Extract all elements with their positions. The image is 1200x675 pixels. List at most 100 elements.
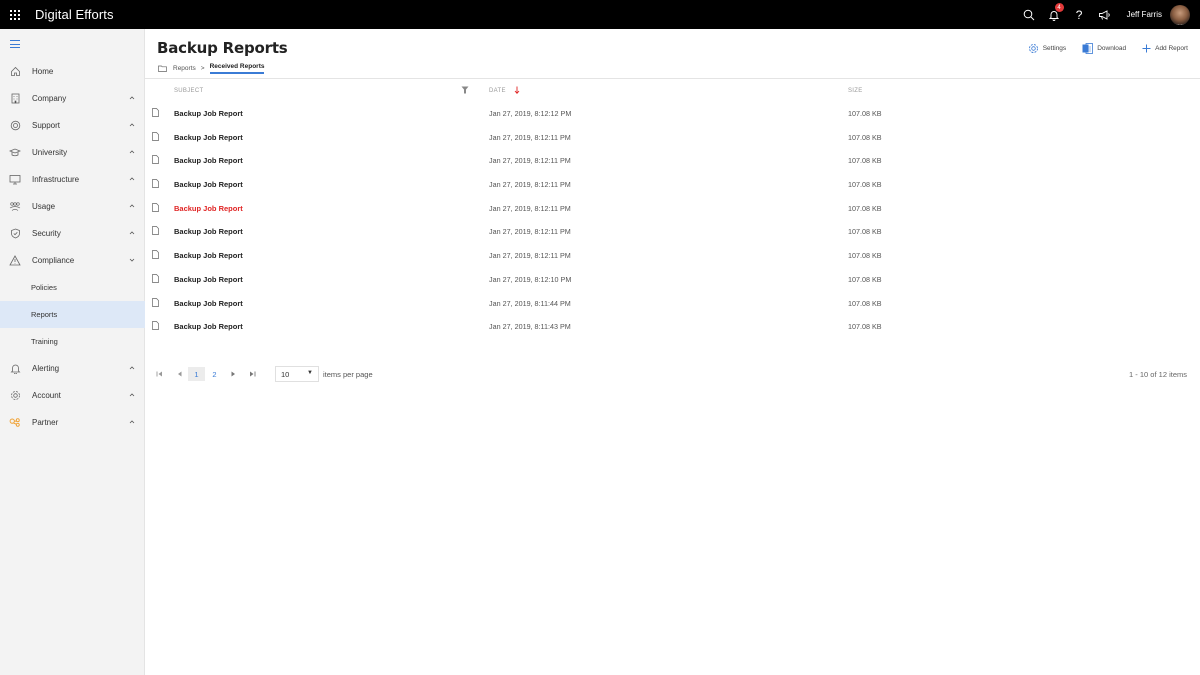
row-subject[interactable]: Backup Job Report	[174, 227, 243, 236]
table-row[interactable]: Backup Job Report Jan 27, 2019, 8:12:11 P…	[145, 148, 1200, 172]
home-icon	[9, 66, 21, 78]
notifications-button[interactable]: 4	[1042, 0, 1067, 29]
download-icon	[1082, 43, 1094, 54]
document-icon	[152, 131, 159, 141]
sidebar-subitem-policies[interactable]: Policies	[0, 274, 145, 301]
row-date: Jan 27, 2019, 8:12:11 PM	[489, 203, 571, 213]
sidebar-item-security[interactable]: Security	[0, 220, 145, 247]
breadcrumb-link-reports[interactable]: Reports	[173, 65, 196, 72]
sidebar-item-compliance[interactable]: Compliance	[0, 247, 145, 274]
last-page-button[interactable]	[247, 367, 257, 381]
table-row[interactable]: Backup Job Report Jan 27, 2019, 8:12:11 P…	[145, 219, 1200, 243]
sidebar-item-home[interactable]: Home	[0, 58, 145, 85]
table-row[interactable]: Backup Job Report Jan 27, 2019, 8:11:44 P…	[145, 291, 1200, 315]
column-header-date[interactable]: DATE	[489, 88, 506, 94]
row-date: Jan 27, 2019, 8:12:11 PM	[489, 227, 571, 237]
row-subject[interactable]: Backup Job Report	[174, 156, 243, 165]
chevron-up-icon	[129, 366, 135, 370]
shield-icon	[9, 228, 21, 240]
download-label: Download	[1097, 45, 1127, 52]
document-icon	[152, 321, 159, 331]
sidebar-item-label: Security	[32, 229, 61, 238]
table-row[interactable]: Backup Job Report Jan 27, 2019, 8:12:10 P…	[145, 267, 1200, 291]
row-size: 107.08 KB	[848, 251, 882, 261]
page-size-select[interactable]: 10 ▼	[275, 366, 319, 382]
row-size: 107.08 KB	[848, 274, 882, 284]
pagination-info: 1 - 10 of 12 items	[1129, 370, 1187, 379]
document-icon	[152, 155, 159, 165]
table-body: Backup Job Report Jan 27, 2019, 8:12:12 P…	[145, 101, 1200, 338]
sidebar-item-label: Home	[32, 67, 54, 76]
page-title: Backup Reports	[157, 39, 288, 57]
table-row[interactable]: Backup Job Report Jan 27, 2019, 8:12:11 P…	[145, 172, 1200, 196]
row-subject[interactable]: Backup Job Report	[174, 251, 243, 260]
row-subject[interactable]: Backup Job Report	[174, 204, 243, 213]
document-icon	[152, 202, 159, 212]
sidebar-item-university[interactable]: University	[0, 139, 145, 166]
page-actions: Settings Download Add Report	[1012, 43, 1188, 54]
table-row[interactable]: Backup Job Report Jan 27, 2019, 8:12:11 P…	[145, 125, 1200, 149]
page-button-1[interactable]: 1	[188, 367, 205, 381]
sidebar-item-account[interactable]: Account	[0, 382, 145, 409]
header-divider	[145, 78, 1200, 79]
row-size: 107.08 KB	[848, 109, 882, 118]
sidebar-subitem-training[interactable]: Training	[0, 328, 145, 355]
menu-toggle-button[interactable]	[10, 40, 20, 51]
building-icon	[9, 93, 21, 105]
row-subject[interactable]: Backup Job Report	[174, 133, 243, 142]
table-row[interactable]: Backup Job Report Jan 27, 2019, 8:11:43 P…	[145, 314, 1200, 338]
column-header-subject[interactable]: SUBJECT	[174, 88, 203, 94]
help-icon: ?	[1075, 7, 1083, 22]
breadcrumb-current[interactable]: Received Reports	[209, 63, 265, 74]
table-row[interactable]: Backup Job Report Jan 27, 2019, 8:12:11 P…	[145, 243, 1200, 267]
page-size-label: items per page	[323, 370, 373, 379]
announcements-button[interactable]	[1092, 0, 1117, 29]
download-button[interactable]: Download	[1082, 43, 1126, 54]
row-date: Jan 27, 2019, 8:12:11 PM	[489, 180, 571, 190]
chevron-up-icon	[129, 420, 135, 424]
row-date: Jan 27, 2019, 8:12:11 PM	[489, 251, 571, 261]
sidebar-subitem-reports[interactable]: Reports	[0, 301, 145, 328]
sort-descending-icon[interactable]	[514, 86, 520, 94]
partner-icon	[9, 417, 21, 429]
app-title[interactable]: Digital Efforts	[35, 7, 114, 22]
document-icon	[152, 179, 159, 188]
graduation-cap-icon	[9, 147, 21, 159]
column-header-size[interactable]: SIZE	[848, 88, 863, 94]
sidebar-item-company[interactable]: Company	[0, 85, 145, 112]
row-subject[interactable]: Backup Job Report	[174, 275, 243, 284]
next-page-button[interactable]	[228, 367, 238, 381]
row-size: 107.08 KB	[848, 203, 882, 213]
help-button[interactable]: ?	[1067, 0, 1092, 29]
sidebar-item-alerting[interactable]: Alerting	[0, 355, 145, 382]
top-bar: Digital Efforts 4 ? Jeff Farris	[0, 0, 1200, 29]
row-subject[interactable]: Backup Job Report	[174, 299, 243, 308]
document-icon	[152, 108, 159, 117]
table-row[interactable]: Backup Job Report Jan 27, 2019, 8:12:12 P…	[145, 101, 1200, 125]
app-launcher-button[interactable]	[0, 0, 30, 29]
sidebar-item-usage[interactable]: Usage	[0, 193, 145, 220]
row-subject[interactable]: Backup Job Report	[174, 322, 243, 331]
add-report-button[interactable]: Add Report	[1142, 44, 1188, 53]
chevron-up-icon	[129, 96, 135, 100]
user-name[interactable]: Jeff Farris	[1127, 10, 1162, 19]
row-subject[interactable]: Backup Job Report	[174, 109, 243, 118]
sidebar-subitem-label: Policies	[31, 283, 57, 292]
settings-label: Settings	[1042, 45, 1067, 52]
search-button[interactable]	[1017, 0, 1042, 29]
row-subject[interactable]: Backup Job Report	[174, 180, 243, 189]
avatar[interactable]	[1170, 4, 1190, 25]
sidebar-item-support[interactable]: Support	[0, 112, 145, 139]
page-button-2[interactable]: 2	[206, 367, 223, 381]
table-row[interactable]: Backup Job Report Jan 27, 2019, 8:12:11 P…	[145, 196, 1200, 220]
row-size: 107.08 KB	[848, 180, 882, 190]
sidebar-item-partner[interactable]: Partner	[0, 409, 145, 436]
chevron-down-icon	[129, 258, 135, 262]
first-page-button[interactable]	[154, 367, 164, 381]
settings-button[interactable]: Settings	[1028, 43, 1067, 54]
previous-page-button[interactable]	[174, 367, 184, 381]
filter-icon[interactable]	[461, 86, 469, 94]
page-number: 1	[194, 369, 199, 379]
sidebar-item-infrastructure[interactable]: Infrastructure	[0, 166, 145, 193]
plus-icon	[1142, 44, 1151, 53]
